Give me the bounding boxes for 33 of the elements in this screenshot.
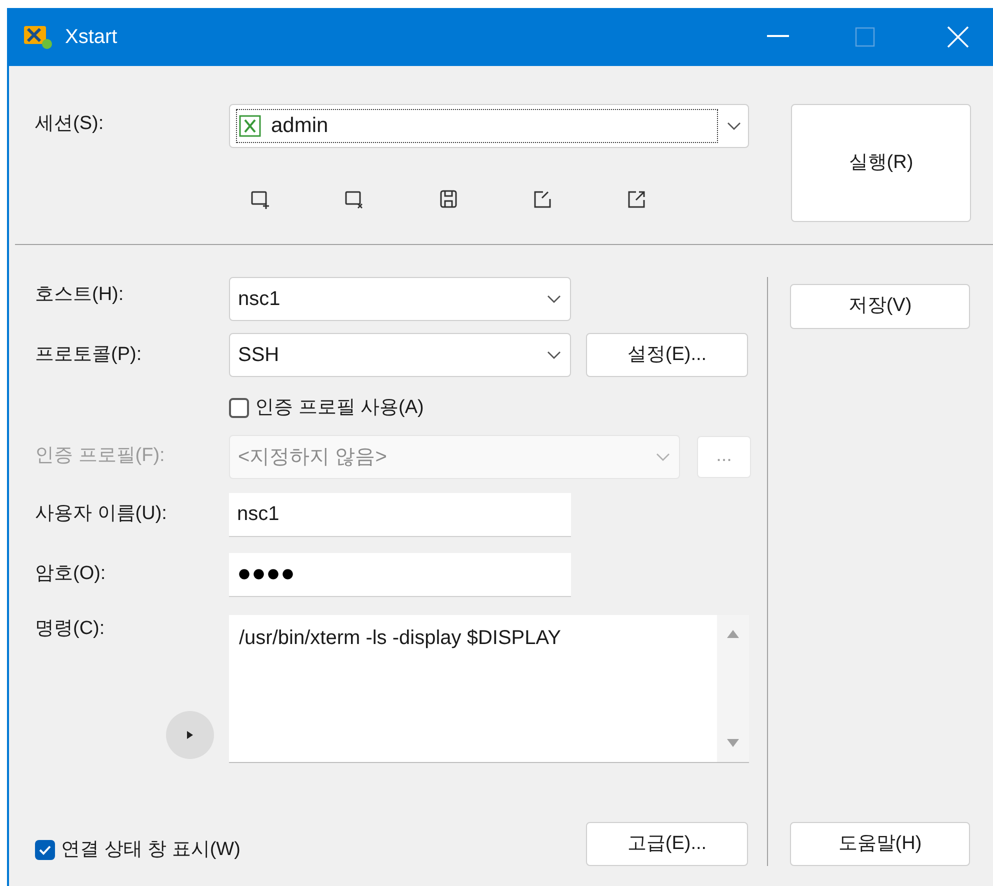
field-label: 호스트(H): [35,283,125,307]
run-button[interactable]: 실행(R) [791,104,971,222]
protocol-combo[interactable]: SSH [229,333,571,377]
chevron-down-icon [726,121,742,131]
field-label: 암호(O): [35,562,107,586]
session-icon [239,115,261,137]
field-label: 인증 프로필(F): [35,444,166,468]
field-label: 명령(C): [35,616,106,640]
command-field[interactable]: /usr/bin/xterm -ls -display $DISPLAY [229,614,749,762]
window-title: Xstart [65,25,118,50]
checkbox-label: 인증 프로필 사용(A) [255,396,424,420]
minimize-icon[interactable] [767,35,789,39]
username-field[interactable]: nsc1 [229,492,571,536]
help-button[interactable]: 도움말(H) [790,822,970,866]
advanced-button[interactable]: 고급(E)... [586,822,748,866]
chevron-down-icon [546,350,562,360]
checkbox[interactable] [229,398,249,418]
password-field[interactable]: ●●●● [229,552,571,596]
chevron-down-icon [546,294,562,304]
close-icon[interactable] [947,26,969,48]
field-label: 사용자 이름(U): [35,502,168,526]
field-label: 프로토콜(P): [35,342,143,367]
field-label: 세션(S): [35,112,105,136]
host-combo[interactable]: nsc1 [229,277,571,321]
checkbox[interactable] [35,840,55,860]
app-logo-icon [23,24,53,50]
save-button[interactable]: 저장(V) [790,284,970,329]
chevron-down-icon [655,452,671,462]
play-icon [186,730,194,740]
settings-button[interactable]: 설정(E)... [586,333,748,377]
checkbox-label: 연결 상태 창 표시(W) [61,838,240,862]
session-combo[interactable]: admin [229,104,749,148]
session-value: admin [271,113,328,140]
